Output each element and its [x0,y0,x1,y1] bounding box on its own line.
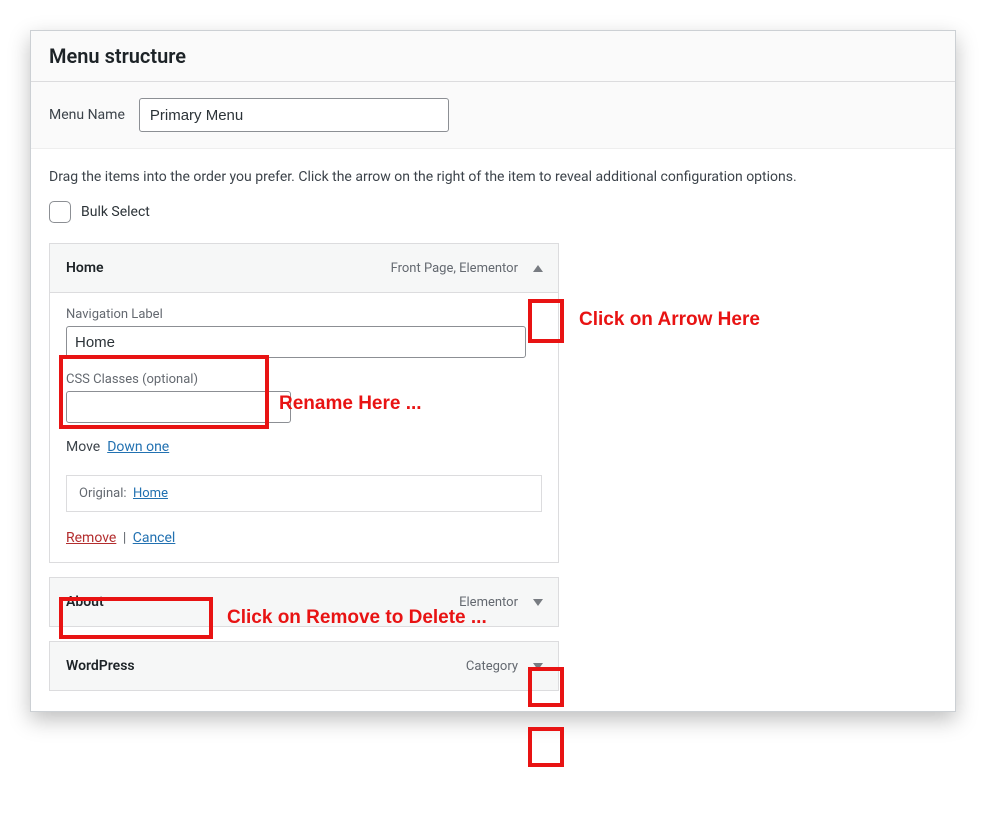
move-row: Move Down one [66,439,542,455]
instructions-text: Drag the items into the order you prefer… [31,149,955,201]
collapse-button[interactable] [526,256,550,280]
annotation-box-wordpress-arrow [528,727,564,767]
bulk-select-row: Bulk Select [31,201,955,243]
menu-item-type: Category [466,659,518,674]
menu-name-label: Menu Name [49,107,125,123]
panel-header: Menu structure [31,31,955,82]
menu-item-title: About [66,594,104,610]
chevron-down-icon [533,663,543,670]
remove-link[interactable]: Remove [66,530,116,546]
menu-item-title: Home [66,260,104,276]
menu-item-bar-home[interactable]: Home Front Page, Elementor [49,243,559,293]
item-actions-row: Remove | Cancel [66,530,542,546]
menu-item-settings-home: Navigation Label CSS Classes (optional) … [49,293,559,563]
css-classes-label: CSS Classes (optional) [66,372,542,387]
panel-title: Menu structure [49,44,937,68]
move-label: Move [66,439,100,455]
divider: | [123,530,126,546]
chevron-up-icon [533,265,543,272]
expand-button[interactable] [526,654,550,678]
move-down-one-link[interactable]: Down one [107,439,169,455]
menu-structure-panel: Menu structure Menu Name Drag the items … [30,30,956,712]
expand-button[interactable] [526,590,550,614]
original-label: Original: [79,486,127,501]
menu-item-title: WordPress [66,658,135,674]
original-box: Original: Home [66,475,542,512]
bulk-select-checkbox[interactable] [49,201,71,223]
css-classes-input[interactable] [66,391,291,423]
bulk-select-label: Bulk Select [81,204,150,220]
menu-item-type: Front Page, Elementor [391,261,518,276]
menu-name-row: Menu Name [31,82,955,149]
cancel-link[interactable]: Cancel [133,530,176,546]
nav-label-label: Navigation Label [66,307,542,322]
menu-items-area: Home Front Page, Elementor Navigation La… [31,243,955,711]
annotation-text-remove: Click on Remove to Delete ... [227,607,487,629]
menu-item-right: Front Page, Elementor [391,256,550,280]
annotation-text-arrow: Click on Arrow Here [579,309,760,331]
chevron-down-icon [533,599,543,606]
nav-label-input[interactable] [66,326,526,358]
original-link[interactable]: Home [133,486,168,501]
annotation-text-rename: Rename Here ... [279,393,422,415]
menu-name-input[interactable] [139,98,449,132]
menu-item-right: Category [466,654,550,678]
menu-item-bar-wordpress[interactable]: WordPress Category [49,641,559,691]
